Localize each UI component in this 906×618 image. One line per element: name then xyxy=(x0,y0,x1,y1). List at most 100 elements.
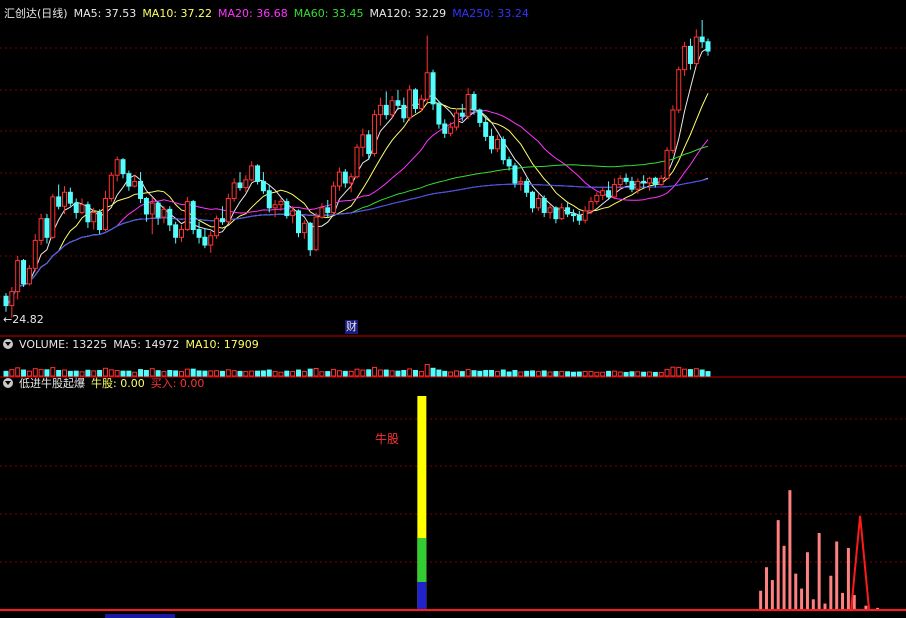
candle[interactable] xyxy=(319,207,325,218)
candle[interactable] xyxy=(658,177,664,186)
candle[interactable] xyxy=(699,36,705,43)
candle[interactable] xyxy=(97,211,103,231)
candle[interactable] xyxy=(243,179,249,189)
candle[interactable] xyxy=(588,201,594,212)
candle[interactable] xyxy=(143,197,149,215)
candle[interactable] xyxy=(225,197,231,223)
candle[interactable] xyxy=(682,45,688,71)
candle[interactable] xyxy=(676,69,682,111)
candle[interactable] xyxy=(91,211,97,223)
candle[interactable] xyxy=(693,36,699,64)
candle[interactable] xyxy=(313,216,319,251)
candle[interactable] xyxy=(594,194,600,203)
candle[interactable] xyxy=(383,104,389,116)
candle[interactable] xyxy=(489,135,495,150)
candle[interactable] xyxy=(664,149,670,179)
panel-menu-icon[interactable] xyxy=(3,339,13,349)
candle[interactable] xyxy=(506,159,512,167)
candle[interactable] xyxy=(301,222,307,234)
candle[interactable] xyxy=(79,204,85,213)
candle[interactable] xyxy=(219,218,225,223)
candle[interactable] xyxy=(705,41,711,52)
candle[interactable] xyxy=(325,207,331,213)
candle[interactable] xyxy=(465,94,471,117)
candle[interactable] xyxy=(15,260,21,293)
candle[interactable] xyxy=(3,295,9,307)
candle[interactable] xyxy=(559,207,565,220)
candle[interactable] xyxy=(442,123,448,134)
candle[interactable] xyxy=(231,182,237,199)
candle[interactable] xyxy=(331,185,337,213)
candle[interactable] xyxy=(430,72,436,105)
candle[interactable] xyxy=(606,190,612,198)
candle[interactable] xyxy=(687,45,693,64)
candle[interactable] xyxy=(73,202,79,213)
candle[interactable] xyxy=(471,94,477,111)
candle[interactable] xyxy=(617,177,623,186)
candle[interactable] xyxy=(629,180,635,190)
candle[interactable] xyxy=(202,236,208,246)
candle[interactable] xyxy=(524,180,530,193)
candle[interactable] xyxy=(453,112,459,128)
candle[interactable] xyxy=(407,89,413,119)
candle[interactable] xyxy=(173,224,179,238)
candle[interactable] xyxy=(9,291,15,307)
signal-panel-title[interactable]: 低进牛股起爆 xyxy=(19,375,85,391)
candle[interactable] xyxy=(512,165,518,184)
candle[interactable] xyxy=(389,100,395,116)
candle[interactable] xyxy=(611,184,617,198)
candle[interactable] xyxy=(44,218,50,238)
candle[interactable] xyxy=(477,109,483,123)
candle[interactable] xyxy=(167,208,173,226)
candle[interactable] xyxy=(85,204,91,223)
candle[interactable] xyxy=(535,197,541,209)
candle[interactable] xyxy=(50,196,56,238)
candle[interactable] xyxy=(366,134,372,154)
candle[interactable] xyxy=(582,210,588,221)
candle[interactable] xyxy=(547,207,553,213)
candle[interactable] xyxy=(32,239,38,269)
candle[interactable] xyxy=(459,112,465,117)
candle[interactable] xyxy=(401,104,407,119)
candle[interactable] xyxy=(56,196,62,207)
candle[interactable] xyxy=(21,260,27,285)
candle[interactable] xyxy=(196,229,202,238)
candle[interactable] xyxy=(296,210,301,234)
candle[interactable] xyxy=(576,215,582,221)
candle[interactable] xyxy=(190,201,196,231)
candle[interactable] xyxy=(307,222,313,251)
candlestick-series[interactable] xyxy=(3,20,711,318)
candle[interactable] xyxy=(670,109,676,151)
candle[interactable] xyxy=(494,139,500,150)
candle[interactable] xyxy=(120,159,126,175)
candle[interactable] xyxy=(647,177,652,184)
candle[interactable] xyxy=(38,218,44,241)
candle[interactable] xyxy=(541,197,547,213)
candle[interactable] xyxy=(336,171,342,187)
candle[interactable] xyxy=(255,165,261,182)
candle[interactable] xyxy=(102,197,108,231)
candle[interactable] xyxy=(418,98,424,109)
candle[interactable] xyxy=(483,121,489,137)
candle[interactable] xyxy=(413,89,418,109)
candle[interactable] xyxy=(530,191,535,209)
candle[interactable] xyxy=(448,126,454,134)
candle[interactable] xyxy=(179,229,184,238)
candle[interactable] xyxy=(377,104,383,116)
candle[interactable] xyxy=(500,139,506,161)
stock-chart[interactable] xyxy=(0,0,906,618)
candle[interactable] xyxy=(62,191,67,207)
candle[interactable] xyxy=(342,171,348,184)
candle[interactable] xyxy=(436,103,442,125)
candle[interactable] xyxy=(272,204,278,209)
candle[interactable] xyxy=(424,72,430,100)
candle[interactable] xyxy=(360,134,366,148)
candle[interactable] xyxy=(114,159,120,176)
candle[interactable] xyxy=(138,180,144,199)
candle[interactable] xyxy=(208,235,214,246)
candle[interactable] xyxy=(518,180,524,184)
stock-name[interactable]: 汇创达(日线) xyxy=(4,5,68,21)
candle[interactable] xyxy=(553,207,559,220)
candle[interactable] xyxy=(214,218,220,237)
candle[interactable] xyxy=(623,177,629,182)
